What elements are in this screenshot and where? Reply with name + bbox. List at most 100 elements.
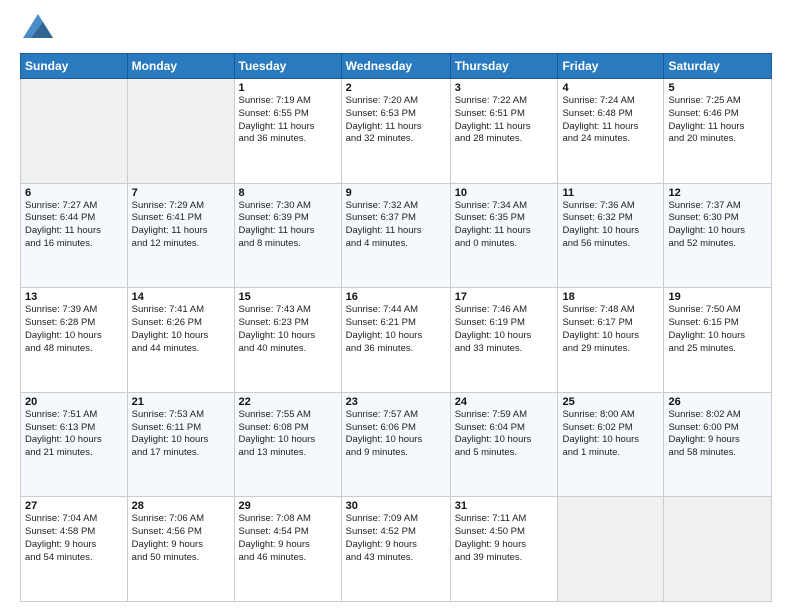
weekday-wednesday: Wednesday <box>341 54 450 79</box>
day-number: 6 <box>25 187 123 199</box>
day-info: Sunrise: 7:04 AM Sunset: 4:58 PM Dayligh… <box>25 513 123 564</box>
day-info: Sunrise: 7:30 AM Sunset: 6:39 PM Dayligh… <box>239 200 337 251</box>
day-cell: 19Sunrise: 7:50 AM Sunset: 6:15 PM Dayli… <box>664 288 772 393</box>
day-info: Sunrise: 7:36 AM Sunset: 6:32 PM Dayligh… <box>562 200 659 251</box>
day-info: Sunrise: 7:50 AM Sunset: 6:15 PM Dayligh… <box>668 304 767 355</box>
day-number: 19 <box>668 291 767 303</box>
day-info: Sunrise: 7:29 AM Sunset: 6:41 PM Dayligh… <box>132 200 230 251</box>
day-info: Sunrise: 7:20 AM Sunset: 6:53 PM Dayligh… <box>346 95 446 146</box>
day-info: Sunrise: 7:27 AM Sunset: 6:44 PM Dayligh… <box>25 200 123 251</box>
day-info: Sunrise: 7:09 AM Sunset: 4:52 PM Dayligh… <box>346 513 446 564</box>
day-info: Sunrise: 7:53 AM Sunset: 6:11 PM Dayligh… <box>132 409 230 460</box>
day-number: 12 <box>668 187 767 199</box>
logo <box>20 16 53 43</box>
weekday-friday: Friday <box>558 54 664 79</box>
day-info: Sunrise: 7:43 AM Sunset: 6:23 PM Dayligh… <box>239 304 337 355</box>
day-info: Sunrise: 7:25 AM Sunset: 6:46 PM Dayligh… <box>668 95 767 146</box>
week-row-2: 13Sunrise: 7:39 AM Sunset: 6:28 PM Dayli… <box>21 288 772 393</box>
day-number: 5 <box>668 82 767 94</box>
day-cell: 11Sunrise: 7:36 AM Sunset: 6:32 PM Dayli… <box>558 183 664 288</box>
day-cell: 13Sunrise: 7:39 AM Sunset: 6:28 PM Dayli… <box>21 288 128 393</box>
day-cell <box>664 497 772 602</box>
day-info: Sunrise: 7:41 AM Sunset: 6:26 PM Dayligh… <box>132 304 230 355</box>
day-cell: 28Sunrise: 7:06 AM Sunset: 4:56 PM Dayli… <box>127 497 234 602</box>
day-cell <box>558 497 664 602</box>
week-row-3: 20Sunrise: 7:51 AM Sunset: 6:13 PM Dayli… <box>21 392 772 497</box>
header <box>20 16 772 43</box>
day-cell: 3Sunrise: 7:22 AM Sunset: 6:51 PM Daylig… <box>450 79 558 184</box>
day-cell: 17Sunrise: 7:46 AM Sunset: 6:19 PM Dayli… <box>450 288 558 393</box>
day-cell: 6Sunrise: 7:27 AM Sunset: 6:44 PM Daylig… <box>21 183 128 288</box>
day-cell: 9Sunrise: 7:32 AM Sunset: 6:37 PM Daylig… <box>341 183 450 288</box>
day-info: Sunrise: 7:48 AM Sunset: 6:17 PM Dayligh… <box>562 304 659 355</box>
weekday-monday: Monday <box>127 54 234 79</box>
day-cell: 27Sunrise: 7:04 AM Sunset: 4:58 PM Dayli… <box>21 497 128 602</box>
day-number: 3 <box>455 82 554 94</box>
day-number: 29 <box>239 500 337 512</box>
day-cell: 8Sunrise: 7:30 AM Sunset: 6:39 PM Daylig… <box>234 183 341 288</box>
day-number: 28 <box>132 500 230 512</box>
weekday-header-row: SundayMondayTuesdayWednesdayThursdayFrid… <box>21 54 772 79</box>
day-cell: 24Sunrise: 7:59 AM Sunset: 6:04 PM Dayli… <box>450 392 558 497</box>
day-cell: 26Sunrise: 8:02 AM Sunset: 6:00 PM Dayli… <box>664 392 772 497</box>
day-info: Sunrise: 7:11 AM Sunset: 4:50 PM Dayligh… <box>455 513 554 564</box>
day-cell: 25Sunrise: 8:00 AM Sunset: 6:02 PM Dayli… <box>558 392 664 497</box>
day-info: Sunrise: 7:51 AM Sunset: 6:13 PM Dayligh… <box>25 409 123 460</box>
day-number: 18 <box>562 291 659 303</box>
day-cell: 15Sunrise: 7:43 AM Sunset: 6:23 PM Dayli… <box>234 288 341 393</box>
day-number: 31 <box>455 500 554 512</box>
day-number: 7 <box>132 187 230 199</box>
day-number: 27 <box>25 500 123 512</box>
day-info: Sunrise: 7:37 AM Sunset: 6:30 PM Dayligh… <box>668 200 767 251</box>
day-info: Sunrise: 7:34 AM Sunset: 6:35 PM Dayligh… <box>455 200 554 251</box>
day-number: 10 <box>455 187 554 199</box>
logo-icon <box>23 14 53 43</box>
day-number: 2 <box>346 82 446 94</box>
weekday-thursday: Thursday <box>450 54 558 79</box>
day-number: 8 <box>239 187 337 199</box>
day-info: Sunrise: 7:57 AM Sunset: 6:06 PM Dayligh… <box>346 409 446 460</box>
day-number: 11 <box>562 187 659 199</box>
day-info: Sunrise: 8:02 AM Sunset: 6:00 PM Dayligh… <box>668 409 767 460</box>
day-cell: 23Sunrise: 7:57 AM Sunset: 6:06 PM Dayli… <box>341 392 450 497</box>
day-cell: 12Sunrise: 7:37 AM Sunset: 6:30 PM Dayli… <box>664 183 772 288</box>
day-number: 24 <box>455 396 554 408</box>
day-info: Sunrise: 7:46 AM Sunset: 6:19 PM Dayligh… <box>455 304 554 355</box>
day-number: 16 <box>346 291 446 303</box>
day-number: 26 <box>668 396 767 408</box>
day-cell: 29Sunrise: 7:08 AM Sunset: 4:54 PM Dayli… <box>234 497 341 602</box>
day-cell: 18Sunrise: 7:48 AM Sunset: 6:17 PM Dayli… <box>558 288 664 393</box>
day-info: Sunrise: 7:59 AM Sunset: 6:04 PM Dayligh… <box>455 409 554 460</box>
day-number: 13 <box>25 291 123 303</box>
day-cell <box>21 79 128 184</box>
day-info: Sunrise: 7:06 AM Sunset: 4:56 PM Dayligh… <box>132 513 230 564</box>
day-cell: 10Sunrise: 7:34 AM Sunset: 6:35 PM Dayli… <box>450 183 558 288</box>
day-number: 1 <box>239 82 337 94</box>
calendar-table: SundayMondayTuesdayWednesdayThursdayFrid… <box>20 53 772 602</box>
day-number: 21 <box>132 396 230 408</box>
day-info: Sunrise: 7:39 AM Sunset: 6:28 PM Dayligh… <box>25 304 123 355</box>
day-info: Sunrise: 7:55 AM Sunset: 6:08 PM Dayligh… <box>239 409 337 460</box>
week-row-0: 1Sunrise: 7:19 AM Sunset: 6:55 PM Daylig… <box>21 79 772 184</box>
day-cell: 20Sunrise: 7:51 AM Sunset: 6:13 PM Dayli… <box>21 392 128 497</box>
day-cell: 30Sunrise: 7:09 AM Sunset: 4:52 PM Dayli… <box>341 497 450 602</box>
week-row-4: 27Sunrise: 7:04 AM Sunset: 4:58 PM Dayli… <box>21 497 772 602</box>
day-cell: 22Sunrise: 7:55 AM Sunset: 6:08 PM Dayli… <box>234 392 341 497</box>
day-cell <box>127 79 234 184</box>
day-info: Sunrise: 7:19 AM Sunset: 6:55 PM Dayligh… <box>239 95 337 146</box>
day-cell: 5Sunrise: 7:25 AM Sunset: 6:46 PM Daylig… <box>664 79 772 184</box>
week-row-1: 6Sunrise: 7:27 AM Sunset: 6:44 PM Daylig… <box>21 183 772 288</box>
weekday-tuesday: Tuesday <box>234 54 341 79</box>
day-number: 4 <box>562 82 659 94</box>
weekday-sunday: Sunday <box>21 54 128 79</box>
day-cell: 16Sunrise: 7:44 AM Sunset: 6:21 PM Dayli… <box>341 288 450 393</box>
day-cell: 21Sunrise: 7:53 AM Sunset: 6:11 PM Dayli… <box>127 392 234 497</box>
day-number: 17 <box>455 291 554 303</box>
day-cell: 4Sunrise: 7:24 AM Sunset: 6:48 PM Daylig… <box>558 79 664 184</box>
day-number: 14 <box>132 291 230 303</box>
weekday-saturday: Saturday <box>664 54 772 79</box>
day-number: 30 <box>346 500 446 512</box>
day-number: 9 <box>346 187 446 199</box>
day-cell: 14Sunrise: 7:41 AM Sunset: 6:26 PM Dayli… <box>127 288 234 393</box>
day-number: 15 <box>239 291 337 303</box>
